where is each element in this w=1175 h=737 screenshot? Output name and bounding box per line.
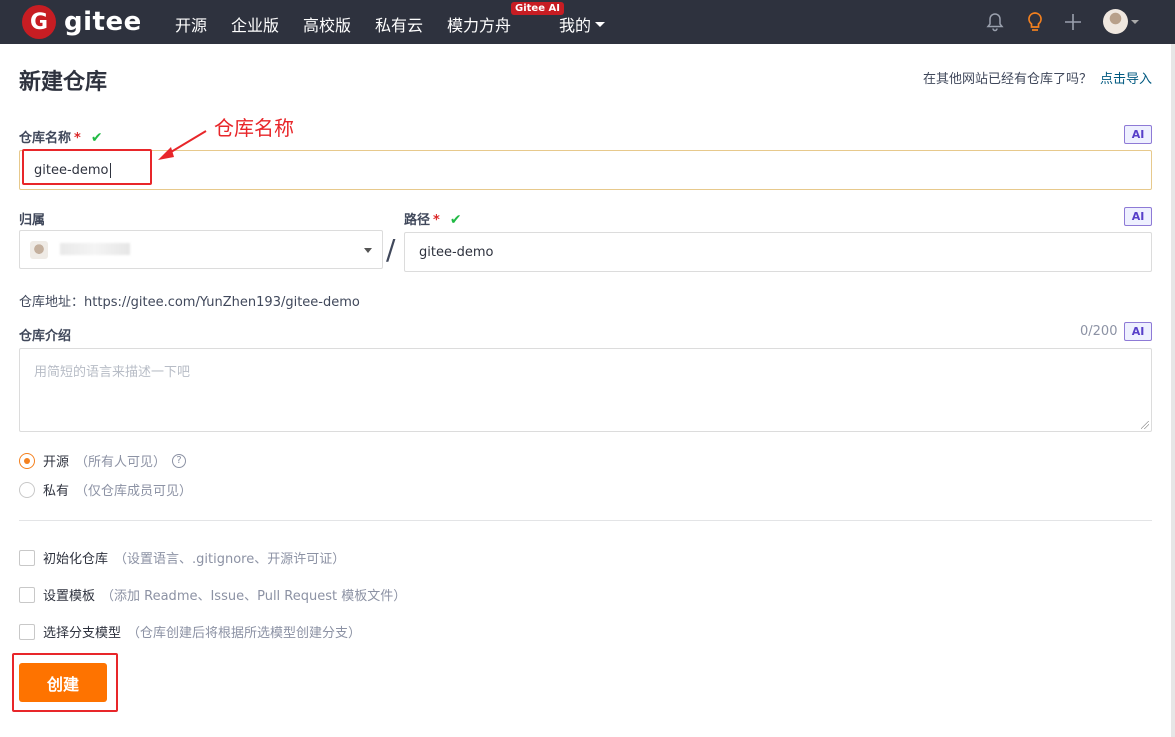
nav-mine-dropdown[interactable]: 我的 (559, 12, 606, 36)
intro-label: 仓库介绍 (19, 329, 72, 344)
chevron-down-icon (364, 248, 372, 253)
path-label-text: 路径 (404, 213, 431, 228)
resize-handle-icon[interactable] (1141, 421, 1149, 429)
nav-mine-label: 我的 (559, 16, 592, 35)
intro-textarea[interactable]: 用简短的语言来描述一下吧 (19, 348, 1152, 432)
checkbox-template[interactable] (19, 586, 35, 603)
repo-url-label: 仓库地址： (19, 295, 85, 310)
gitee-ai-badge: Gitee AI (511, 2, 564, 15)
nav-enterprise[interactable]: 企业版 (231, 12, 279, 36)
option-branch-model-desc: （仓库创建后将根据所选模型创建分支） (127, 626, 362, 641)
chevron-down-icon (595, 22, 606, 27)
top-navbar: G gitee 开源 企业版 高校版 私有云 模力方舟 Gitee AI 我的 (0, 0, 1175, 44)
check-icon: ✔ (449, 212, 462, 228)
import-link[interactable]: 点击导入 (1100, 72, 1152, 87)
ai-assist-intro[interactable]: AI (1124, 322, 1152, 341)
visibility-private-desc: （仅仓库成员可见） (75, 484, 193, 499)
annotation-arrow-icon (158, 130, 207, 160)
help-icon[interactable]: ? (172, 453, 187, 468)
path-input[interactable]: gitee-demo (404, 232, 1152, 272)
ai-assist-path[interactable]: AI (1124, 207, 1152, 226)
option-init-repo-desc: （设置语言、.gitignore、开源许可证） (114, 552, 346, 567)
repo-url-value: https://gitee.com/YunZhen193/gitee-demo (84, 295, 360, 310)
page-title: 新建仓库 (19, 70, 108, 95)
owner-avatar (30, 241, 48, 259)
option-branch-model-label: 选择分支模型 (43, 626, 122, 641)
required-mark: * (433, 213, 440, 228)
gitee-logo[interactable]: G gitee (22, 5, 142, 39)
checkbox-init-repo[interactable] (19, 549, 35, 566)
nav-open-source[interactable]: 开源 (175, 12, 207, 36)
check-icon: ✔ (90, 130, 103, 146)
intro-char-counter: 0/200 (1080, 324, 1118, 339)
owner-select[interactable] (19, 230, 383, 269)
ai-assist-repo-name[interactable]: AI (1124, 125, 1152, 144)
nav-education[interactable]: 高校版 (303, 12, 351, 36)
user-avatar[interactable] (1103, 9, 1128, 34)
import-hint-text: 在其他网站已经有仓库了吗？ (922, 72, 1092, 87)
option-init-repo[interactable]: 初始化仓库 （设置语言、.gitignore、开源许可证） (19, 548, 345, 567)
path-value: gitee-demo (419, 244, 494, 260)
option-template[interactable]: 设置模板 （添加 Readme、Issue、Pull Request 模板文件） (19, 585, 406, 604)
import-hint: 在其他网站已经有仓库了吗？ 点击导入 (923, 68, 1152, 87)
visibility-public-desc: （所有人可见） (75, 455, 167, 470)
avatar-chevron-down-icon[interactable] (1131, 20, 1139, 24)
option-template-desc: （添加 Readme、Issue、Pull Request 模板文件） (101, 589, 407, 604)
page-scrollbar[interactable] (1171, 44, 1175, 737)
checkbox-branch-model[interactable] (19, 623, 35, 640)
option-template-label: 设置模板 (43, 589, 96, 604)
required-mark: * (74, 131, 81, 146)
annotation-highlight-create (12, 653, 118, 712)
visibility-public-option[interactable]: 开源 （所有人可见） ? (19, 451, 187, 470)
path-label: 路径 * ✔ (404, 209, 462, 228)
nav-moli-fangzhou[interactable]: 模力方舟 (447, 12, 511, 36)
repo-name-label-text: 仓库名称 (19, 131, 72, 146)
owner-label: 归属 (19, 213, 46, 228)
plus-icon[interactable] (1061, 10, 1085, 34)
annotation-label: 仓库名称 (214, 116, 294, 140)
lightbulb-icon[interactable] (1023, 10, 1047, 34)
intro-placeholder: 用简短的语言来描述一下吧 (34, 365, 191, 380)
gitee-logo-text: gitee (64, 7, 142, 37)
visibility-public-label: 开源 (43, 455, 70, 470)
nav-private-cloud[interactable]: 私有云 (375, 12, 423, 36)
repo-name-label: 仓库名称 * ✔ (19, 127, 103, 146)
repo-url: 仓库地址：https://gitee.com/YunZhen193/gitee-… (19, 291, 360, 310)
path-separator: / (386, 233, 396, 266)
radio-public[interactable] (19, 452, 35, 469)
option-branch-model[interactable]: 选择分支模型 （仓库创建后将根据所选模型创建分支） (19, 622, 361, 641)
option-init-repo-label: 初始化仓库 (43, 552, 109, 567)
gitee-logo-mark: G (22, 5, 56, 39)
bell-icon[interactable] (983, 10, 1007, 34)
radio-private[interactable] (19, 481, 35, 498)
owner-name-blurred (60, 243, 130, 255)
section-divider (19, 520, 1152, 521)
annotation-highlight-repo-name (22, 149, 152, 185)
visibility-private-option[interactable]: 私有 （仅仓库成员可见） (19, 480, 192, 499)
visibility-private-label: 私有 (43, 484, 70, 499)
